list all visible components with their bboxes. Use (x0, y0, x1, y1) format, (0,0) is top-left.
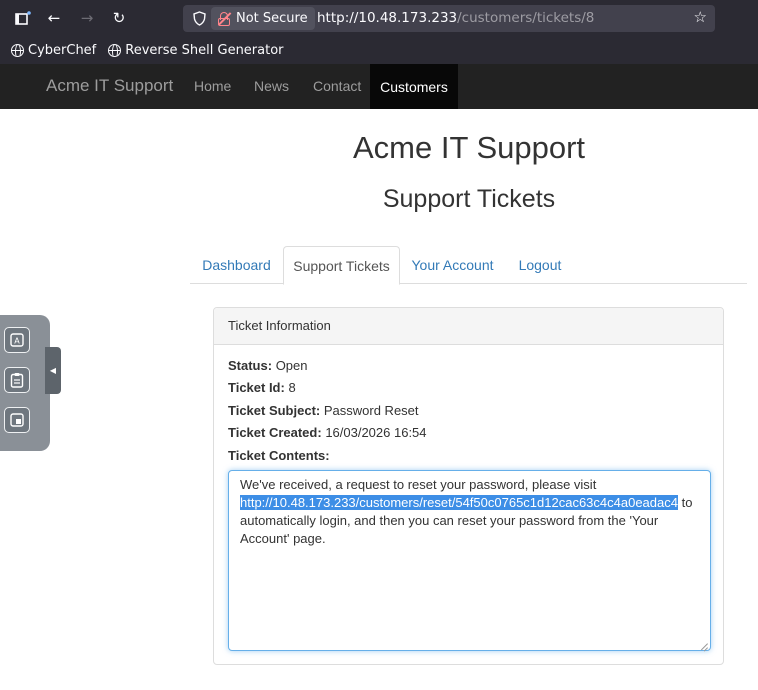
nav-link-customers[interactable]: Customers (370, 64, 458, 109)
browser-chrome: ← → ↻ Not Secure http://10.48.173.233/cu… (0, 0, 758, 64)
collapse-arrow-icon: ◀ (49, 366, 57, 375)
contents-text: We've received, a request to reset your … (240, 477, 597, 492)
navbar-brand[interactable]: Acme IT Support (46, 76, 173, 96)
bookmark-cyberchef[interactable]: CyberChef (11, 43, 96, 58)
tab-overview-icon[interactable] (11, 6, 35, 30)
ticket-status: Status: Open (228, 358, 308, 373)
ticket-created: Ticket Created: 16/03/2026 16:54 (228, 425, 427, 440)
url-text[interactable]: http://10.48.173.233/customers/tickets/8 (317, 10, 594, 26)
field-value: Open (275, 358, 308, 373)
nav-link-contact[interactable]: Contact (313, 78, 361, 94)
bookmark-star-icon[interactable]: ☆ (694, 8, 707, 26)
ticket-panel: Ticket Information Status: Open Ticket I… (213, 307, 724, 665)
field-value: Password Reset (323, 403, 419, 418)
field-label: Ticket Id: (228, 380, 285, 395)
field-value: 16/03/2026 16:54 (325, 425, 427, 440)
field-label: Ticket Subject: (228, 403, 321, 418)
browser-toolbar: ← → ↻ Not Secure http://10.48.173.233/cu… (0, 0, 758, 37)
svg-text:A: A (14, 337, 20, 346)
field-value: 8 (288, 380, 296, 395)
customer-tabs: Dashboard Support Tickets Your Account L… (190, 246, 747, 285)
clipboard-icon[interactable] (4, 367, 30, 393)
bookmarks-bar: CyberChef Reverse Shell Generator (0, 37, 758, 64)
site-navbar: Acme IT Support Home News Contact Custom… (0, 64, 758, 109)
nav-link-news[interactable]: News (254, 78, 289, 94)
address-bar[interactable]: Not Secure http://10.48.173.233/customer… (183, 5, 715, 32)
resize-grip-icon[interactable] (699, 639, 708, 648)
tab-logout[interactable]: Logout (507, 246, 573, 284)
panel-heading: Ticket Information (214, 308, 723, 345)
bookmark-reverse-shell-generator[interactable]: Reverse Shell Generator (108, 43, 284, 58)
bookmark-label: Reverse Shell Generator (125, 43, 284, 58)
ticket-id: Ticket Id: 8 (228, 380, 296, 395)
field-label: Ticket Contents: (228, 448, 330, 463)
ticket-contents-textarea[interactable]: We've received, a request to reset your … (228, 470, 711, 651)
bookmark-label: CyberChef (28, 43, 97, 58)
globe-icon (11, 44, 24, 57)
security-label: Not Secure (236, 11, 308, 26)
back-arrow-icon[interactable]: ← (42, 6, 66, 30)
ticket-contents-label: Ticket Contents: (228, 448, 330, 463)
field-label: Ticket Created: (228, 425, 322, 440)
forward-arrow-icon[interactable]: → (75, 6, 99, 30)
site-title: Acme IT Support (352, 130, 586, 165)
nav-link-home[interactable]: Home (194, 78, 231, 94)
tracking-shield-icon[interactable] (189, 8, 209, 28)
insecure-lock-icon (217, 11, 232, 26)
widget-collapse-handle[interactable]: ◀ (45, 347, 61, 394)
reload-icon[interactable]: ↻ (107, 6, 131, 30)
reset-link-selected[interactable]: http://10.48.173.233/customers/reset/54f… (240, 495, 678, 510)
page-heading: Support Tickets (382, 185, 556, 213)
floating-tool-widget: A (0, 315, 50, 451)
field-label: Status: (228, 358, 273, 373)
url-host: http://10.48.173.233 (317, 10, 458, 26)
tab-support-tickets[interactable]: Support Tickets (283, 246, 400, 285)
tab-your-account[interactable]: Your Account (402, 246, 503, 284)
globe-icon (108, 44, 122, 57)
ticket-subject: Ticket Subject: Password Reset (228, 403, 419, 418)
screenshot-region-icon[interactable] (4, 407, 30, 433)
url-path: /customers/tickets/8 (457, 10, 595, 26)
text-recognition-icon[interactable]: A (4, 327, 30, 353)
security-indicator[interactable]: Not Secure (211, 7, 315, 30)
tab-dashboard[interactable]: Dashboard (190, 246, 283, 284)
